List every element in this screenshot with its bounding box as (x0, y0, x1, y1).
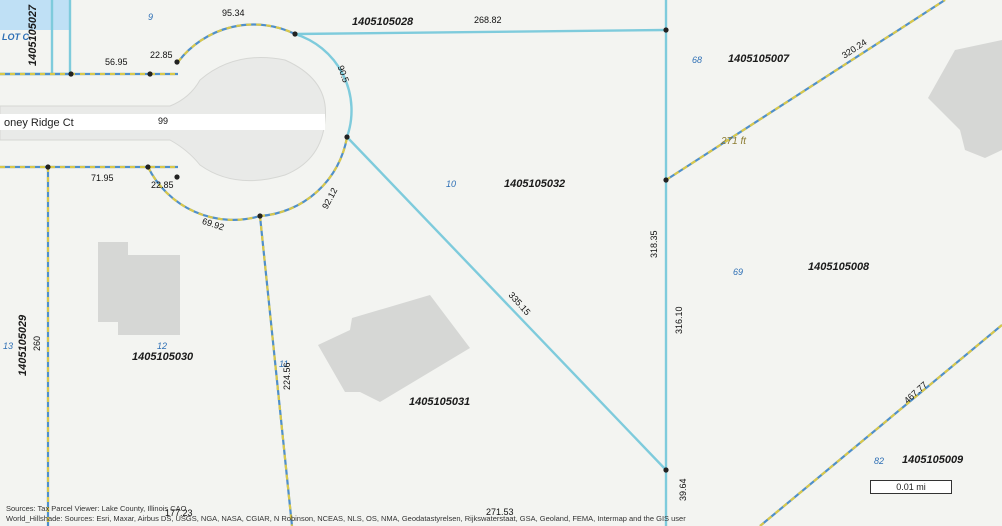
road-name-label: oney Ridge Ct (4, 117, 74, 129)
map-attribution: Sources: Tax Parcel Viewer: Lake County,… (6, 504, 746, 524)
lot-c-label: LOT C (2, 32, 29, 42)
dimension-label: 260 (32, 335, 42, 351)
attribution-line: Sources: Tax Parcel Viewer: Lake County,… (6, 504, 187, 513)
dimension-label: 22.85 (151, 180, 174, 190)
lot-number: 68 (692, 55, 703, 65)
dimension-label: 22.85 (150, 50, 173, 60)
building-footprint (98, 242, 180, 335)
parcel-id-1405105031[interactable]: 1405105031 (409, 396, 470, 408)
building-footprint (318, 295, 470, 402)
lot-number: 13 (3, 341, 14, 351)
parcel-map[interactable]: oney Ridge Ct LOT C 271 ft 1405105027 14… (0, 0, 1002, 526)
parcel-id-1405105032[interactable]: 1405105032 (504, 178, 565, 190)
attribution-line: World_Hillshade: Sources: Esri, Maxar, A… (6, 514, 686, 523)
lot-number: 69 (733, 267, 744, 277)
lot-number: 9 (148, 12, 154, 22)
dimension-label: 316.10 (674, 306, 684, 334)
dimension-label: 56.95 (105, 57, 128, 67)
dimension-label: 39.64 (678, 478, 688, 501)
building-footprint (928, 40, 1002, 158)
dimension-label: 268.82 (474, 15, 502, 25)
parcel-id-1405105030[interactable]: 1405105030 (132, 351, 193, 363)
dimension-label: 224.56 (282, 362, 292, 390)
parcel-id-1405105028[interactable]: 1405105028 (352, 16, 413, 28)
parcel-vertices (45, 27, 669, 473)
parcel-id-1405105007[interactable]: 1405105007 (728, 53, 789, 65)
parcel-id-1405105027[interactable]: 1405105027 (27, 5, 39, 66)
lot-number: 10 (446, 179, 457, 189)
parcel-id-1405105009[interactable]: 1405105009 (902, 454, 963, 466)
scale-bar: 0.01 mi (870, 480, 952, 494)
lot-number: 12 (157, 341, 168, 351)
dimension-label: 318.35 (649, 230, 659, 258)
measure-label: 271 ft (721, 136, 747, 147)
dimension-label: 95.34 (222, 8, 245, 18)
dimension-label: 99 (158, 116, 169, 126)
parcel-id-1405105029[interactable]: 1405105029 (17, 315, 29, 376)
lot-number: 82 (874, 456, 885, 466)
parcel-id-1405105008[interactable]: 1405105008 (808, 261, 869, 273)
dimension-label: 71.95 (91, 173, 114, 183)
